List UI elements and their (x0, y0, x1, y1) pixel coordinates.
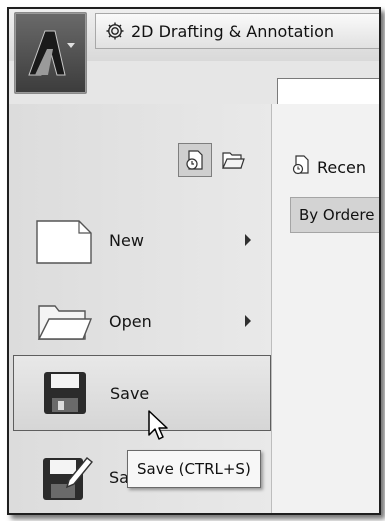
sort-order-dropdown[interactable]: By Ordere (290, 197, 379, 233)
submenu-arrow-icon (245, 315, 251, 327)
menu-item-open[interactable]: Open (13, 284, 271, 360)
gear-icon (102, 18, 128, 44)
workspace-label: 2D Drafting & Annotation (131, 21, 335, 41)
menu-item-label: Save (110, 384, 150, 403)
save-tooltip: Save (CTRL+S) (127, 450, 261, 488)
menu-item-label: New (109, 231, 144, 250)
document-view-toggle (178, 143, 254, 179)
menu-item-label: Open (109, 312, 152, 331)
recent-documents-header: Recen (291, 153, 366, 181)
recent-documents-icon (291, 155, 311, 179)
submenu-arrow-icon (245, 234, 251, 246)
menu-item-new[interactable]: New (13, 203, 271, 279)
recent-documents-icon[interactable] (178, 143, 212, 177)
mouse-pointer-icon (148, 410, 168, 440)
open-documents-icon[interactable] (216, 143, 250, 177)
save-disk-icon (36, 366, 96, 422)
workspace-switcher[interactable]: 2D Drafting & Annotation (95, 13, 379, 49)
recent-documents-label: Recen (317, 157, 367, 177)
application-window: 2D Drafting & Annotation New Open Save R… (7, 7, 381, 515)
autocad-logo-icon (28, 30, 75, 76)
save-as-icon (35, 450, 95, 506)
application-menu-button[interactable] (14, 12, 87, 94)
folder-open-icon (35, 294, 95, 350)
menu-item-save[interactable]: Save (13, 355, 271, 431)
new-document-icon (35, 213, 95, 269)
